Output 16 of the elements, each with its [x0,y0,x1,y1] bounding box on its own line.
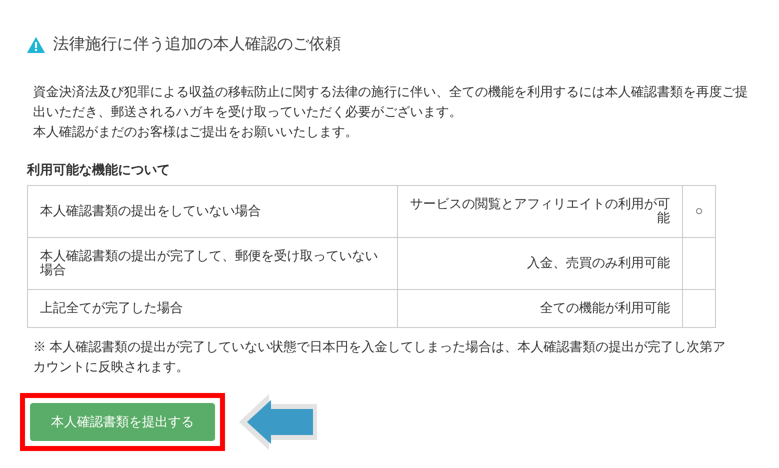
table-cell [682,237,716,289]
warning-icon [27,37,45,53]
notice-title: 法律施行に伴う追加の本人確認のご依頼 [53,34,341,55]
table-cell: 全ての機能が利用可能 [398,289,682,327]
notice-paragraph: 資金決済法及び犯罪による収益の移転防止に関する法律の施行に伴い、全ての機能を利用するには本人確認書類を再度ご提出いただき、郵送されるハガキを受け取っていただく必要がございます。 [33,83,749,121]
table-cell: 本人確認書類の提出をしていない場合 [28,185,398,237]
submit-documents-button[interactable]: 本人確認書類を提出する [30,402,215,440]
table-cell: 入金、売買のみ利用可能 [398,237,682,289]
table-cell: 上記全てが完了した場合 [28,289,398,327]
table-cell: サービスの閲覧とアフィリエイトの利用が可能 [398,185,682,237]
table-cell [682,289,716,327]
section-title: 利用可能な機能について [26,161,171,179]
table-cell: ○ [682,185,716,237]
table-cell: 本人確認書類の提出が完了して、郵便を受け取っていない場合 [28,237,398,289]
note-text: ※ 本人確認書類の提出が完了していない状態で日本円を入金してしまった場合は、本人確認書類の提出が完了し次第アカウントに反映されます。 [32,338,727,376]
notice-paragraph: 本人確認がまだのお客様はご提出をお願いいたします。 [33,123,359,141]
